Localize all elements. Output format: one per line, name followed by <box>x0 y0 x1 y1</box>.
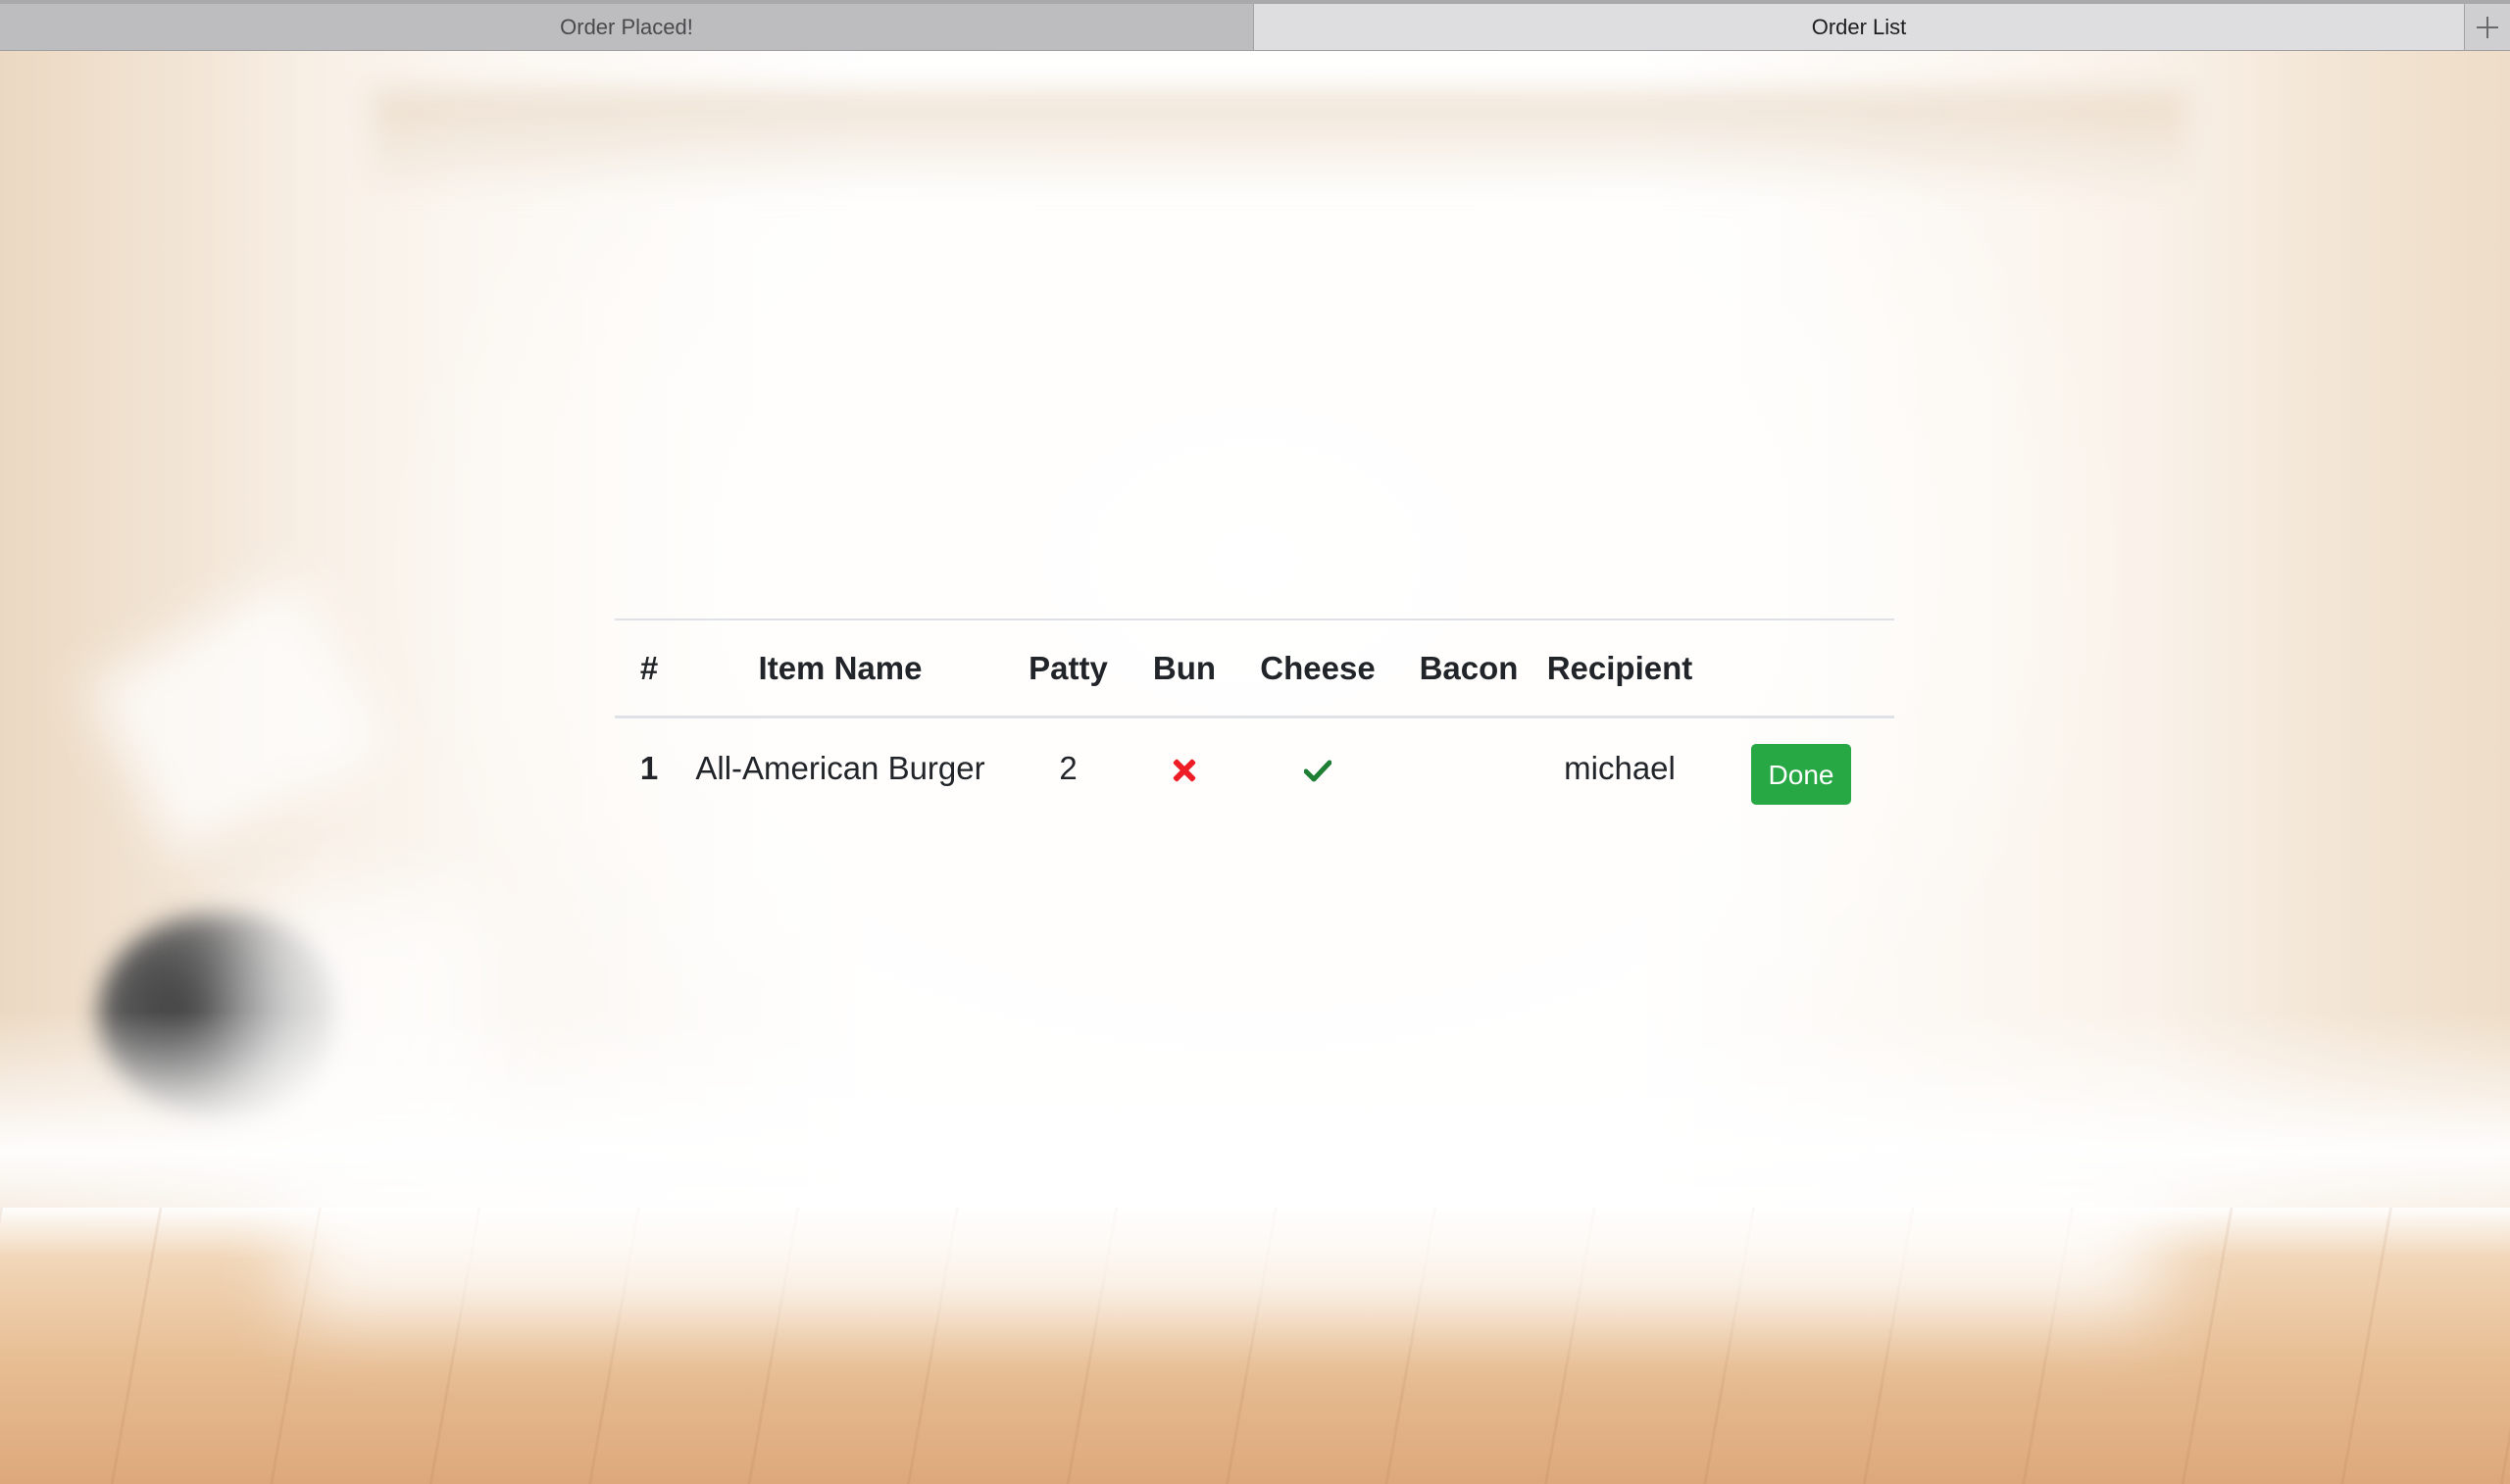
check-icon <box>1304 760 1331 782</box>
background-shelf <box>373 90 2186 198</box>
order-patty: 2 <box>1059 750 1078 786</box>
table-header-row: # Item Name Patty Bun Cheese Bacon Recip… <box>615 619 1894 717</box>
order-cheese <box>1230 717 1406 819</box>
header-action <box>1708 619 1894 717</box>
browser-tab-strip: Order Placed! Order List <box>0 0 2510 51</box>
order-item-name: All-American Burger <box>695 750 985 786</box>
tab-label: Order Placed! <box>560 14 693 39</box>
header-item-name: Item Name <box>758 649 923 686</box>
header-bacon: Bacon <box>1419 649 1519 686</box>
order-bacon <box>1406 717 1531 819</box>
header-number: # <box>639 649 659 686</box>
order-recipient: michael <box>1564 750 1676 786</box>
table-row: 1 All-American Burger 2 michael Done <box>615 717 1894 819</box>
table-haze <box>294 1178 2157 1315</box>
header-patty: Patty <box>1029 649 1108 686</box>
done-button[interactable]: Done <box>1750 744 1852 805</box>
x-icon <box>1173 759 1196 782</box>
tab-order-list[interactable]: Order List <box>1254 4 2465 50</box>
tab-order-placed[interactable]: Order Placed! <box>0 4 1254 50</box>
header-cheese: Cheese <box>1260 649 1376 686</box>
plus-icon <box>2477 16 2498 38</box>
header-recipient: Recipient <box>1546 649 1693 686</box>
page-content: # Item Name Patty Bun Cheese Bacon Recip… <box>0 51 2510 1484</box>
order-number: 1 <box>639 750 659 786</box>
tab-label: Order List <box>1811 14 1907 39</box>
orders-table: # Item Name Patty Bun Cheese Bacon Recip… <box>615 618 1894 818</box>
order-action-cell: Done <box>1708 717 1894 819</box>
order-bun <box>1139 717 1230 819</box>
header-bun: Bun <box>1152 649 1217 686</box>
new-tab-button[interactable] <box>2465 4 2510 50</box>
